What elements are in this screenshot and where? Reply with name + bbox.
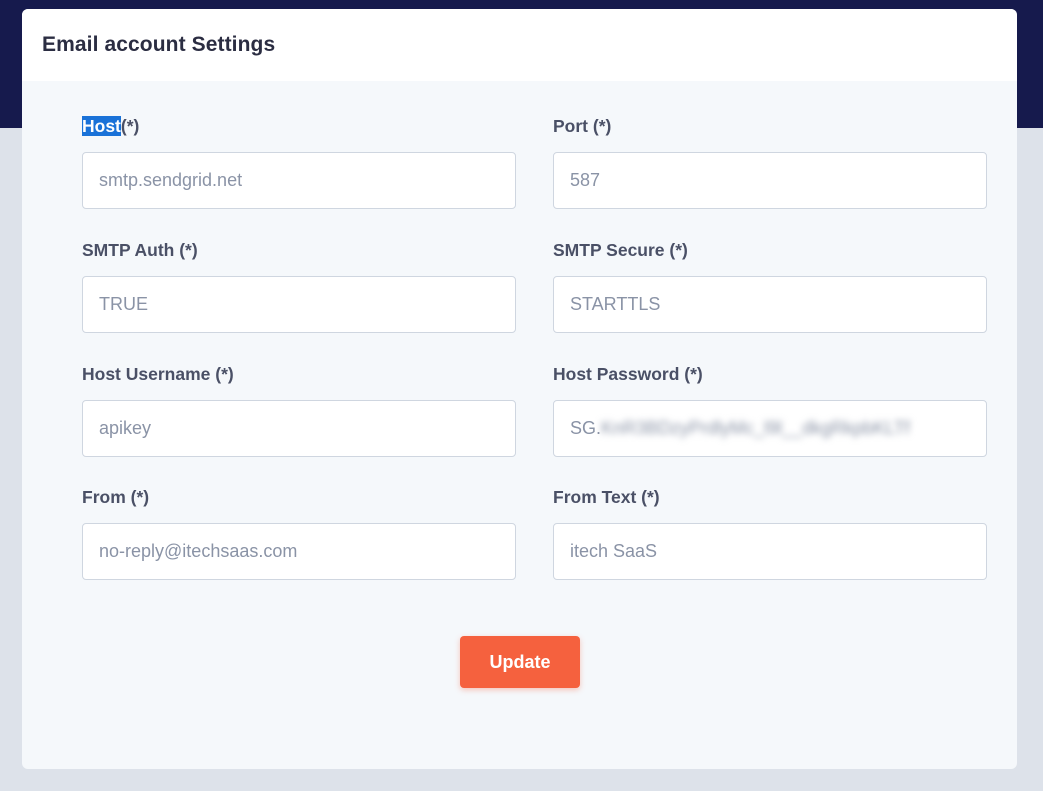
from-input[interactable]: no-reply@itechsaas.com	[82, 523, 516, 580]
email-settings-card: Email account Settings Host(*) smtp.send…	[22, 9, 1017, 769]
smtp-secure-label: SMTP Secure (*)	[553, 240, 688, 260]
from-text-field-group: From Text (*) itech SaaS	[553, 485, 987, 580]
smtp-secure-input[interactable]: STARTTLS	[553, 276, 987, 333]
from-label: From (*)	[82, 487, 150, 507]
page-title: Email account Settings	[42, 33, 276, 56]
smtp-secure-field-group: SMTP Secure (*) STARTTLS	[553, 238, 987, 333]
update-button[interactable]: Update	[460, 636, 580, 688]
host-username-input[interactable]: apikey	[82, 400, 516, 457]
host-username-field-group: Host Username (*) apikey	[82, 362, 516, 457]
port-label: Port (*)	[553, 116, 612, 136]
port-field-group: Port (*) 587	[553, 114, 987, 209]
password-prefix: SG.	[570, 418, 602, 438]
host-password-input[interactable]: SG. KnR3BDzyPrdlyMc_l9l__dkgRkpbKLTf	[553, 400, 987, 457]
host-field-group: Host(*) smtp.sendgrid.net	[82, 114, 516, 209]
from-field-group: From (*) no-reply@itechsaas.com	[82, 485, 516, 580]
host-label: Host(*)	[82, 114, 516, 138]
host-password-field-group: Host Password (*) SG. KnR3BDzyPrdlyMc_l9l…	[553, 362, 987, 457]
host-label-required: (*)	[120, 116, 140, 136]
smtp-auth-field-group: SMTP Auth (*) TRUE	[82, 238, 516, 333]
host-input[interactable]: smtp.sendgrid.net	[82, 152, 516, 209]
host-username-label: Host Username (*)	[82, 364, 234, 384]
password-obscured: KnR3BDzyPrdlyMc_l9l__dkgRkpbKLTf	[601, 418, 910, 438]
host-label-word: Host	[82, 116, 121, 136]
port-input[interactable]: 587	[553, 152, 987, 209]
smtp-auth-input[interactable]: TRUE	[82, 276, 516, 333]
card-header: Email account Settings	[22, 9, 1017, 81]
host-password-label: Host Password (*)	[553, 364, 703, 384]
from-text-label: From Text (*)	[553, 487, 660, 507]
from-text-input[interactable]: itech SaaS	[553, 523, 987, 580]
smtp-auth-label: SMTP Auth (*)	[82, 240, 198, 260]
